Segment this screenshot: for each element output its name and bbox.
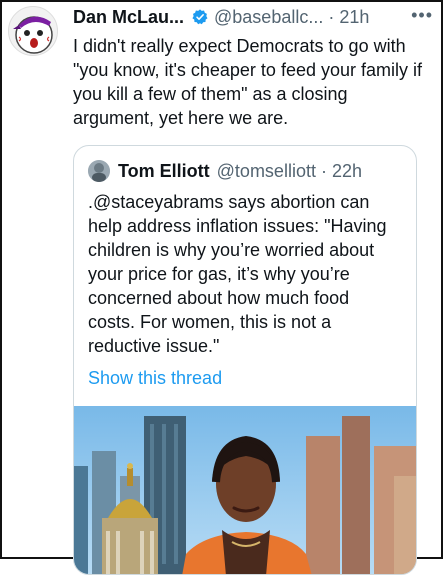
quoted-author-handle[interactable]: @tomselliott [217, 161, 316, 182]
baseball-cartoon-icon [13, 16, 53, 54]
quoted-timestamp[interactable]: 22h [332, 161, 362, 182]
verified-badge-icon [192, 9, 208, 25]
quoted-media-image[interactable] [74, 406, 416, 574]
quoted-meta-separator: · [320, 160, 327, 181]
quoted-tweet-card[interactable]: Tom Elliott @tomselliott · 22h .@staceya… [73, 145, 417, 575]
quoted-tweet-header: Tom Elliott @tomselliott · 22h [88, 160, 362, 182]
tweet-text: I didn't really expect Democrats to go w… [73, 36, 428, 128]
city-skyline-photo [74, 406, 416, 574]
quoted-tweet-text: .@staceyabrams says abortion can help ad… [88, 192, 392, 356]
avatar[interactable] [8, 6, 58, 56]
quoted-author-name[interactable]: Tom Elliott [118, 161, 210, 182]
more-options-icon[interactable]: ••• [411, 5, 433, 26]
user-avatar-icon[interactable] [88, 160, 110, 182]
tweet-timestamp[interactable]: 21h [339, 7, 369, 28]
author-name[interactable]: Dan McLau... [73, 7, 184, 28]
show-thread-link[interactable]: Show this thread [88, 366, 222, 390]
meta-separator: · [328, 6, 335, 27]
author-handle[interactable]: @baseballc... [214, 7, 323, 28]
tweet-header: Dan McLau... @baseballc... · 21h [73, 6, 435, 28]
